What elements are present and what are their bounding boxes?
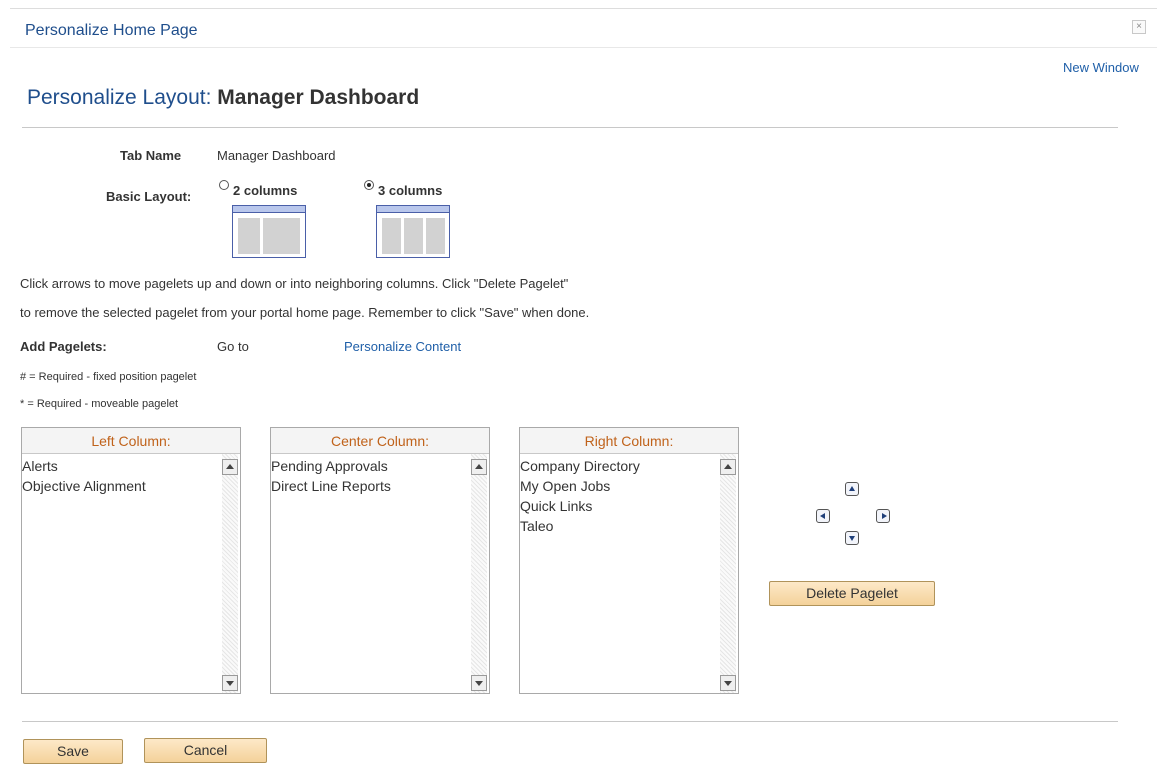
divider-top — [22, 127, 1118, 128]
right-column-header: Right Column: — [520, 428, 738, 454]
instructions-line-1: Click arrows to move pagelets up and dow… — [20, 276, 569, 291]
right-column-box: Right Column: Company Directory My Open … — [519, 427, 739, 694]
save-button[interactable]: Save — [23, 739, 123, 764]
triangle-up-icon — [226, 464, 234, 469]
basic-layout-label: Basic Layout: — [106, 189, 192, 204]
center-column-list[interactable]: Pending Approvals Direct Line Reports — [271, 454, 471, 693]
radio-3-columns[interactable] — [364, 180, 374, 190]
new-window-link[interactable]: New Window — [1063, 60, 1139, 75]
delete-pagelet-button[interactable]: Delete Pagelet — [769, 581, 935, 606]
triangle-up-icon — [724, 464, 732, 469]
go-to-label: Go to — [217, 339, 249, 354]
scroll-down-button[interactable] — [720, 675, 736, 691]
right-column-scrollbar[interactable] — [720, 454, 736, 693]
cancel-button[interactable]: Cancel — [144, 738, 267, 763]
move-down-button[interactable] — [845, 531, 859, 545]
radio-2-columns-label[interactable]: 2 columns — [233, 183, 297, 198]
scroll-up-button[interactable] — [222, 459, 238, 475]
triangle-up-icon — [475, 464, 483, 469]
list-item[interactable]: Objective Alignment — [22, 476, 222, 496]
scroll-up-button[interactable] — [720, 459, 736, 475]
center-column-header: Center Column: — [271, 428, 489, 454]
page-title: Personalize Layout: Manager Dashboard — [27, 86, 419, 110]
left-column-header: Left Column: — [22, 428, 240, 454]
arrow-up-icon — [849, 486, 855, 491]
arrow-left-icon — [820, 513, 825, 519]
tab-name-label: Tab Name — [120, 148, 182, 163]
move-left-button[interactable] — [816, 509, 830, 523]
triangle-down-icon — [226, 681, 234, 686]
list-item[interactable]: Company Directory — [520, 456, 720, 476]
list-item[interactable]: My Open Jobs — [520, 476, 720, 496]
left-column-scrollbar[interactable] — [222, 454, 238, 693]
triangle-down-icon — [724, 681, 732, 686]
scroll-down-button[interactable] — [471, 675, 487, 691]
left-column-list[interactable]: Alerts Objective Alignment — [22, 454, 222, 693]
add-pagelets-label: Add Pagelets: — [20, 339, 107, 354]
center-column-box: Center Column: Pending Approvals Direct … — [270, 427, 490, 694]
arrow-right-icon — [882, 513, 887, 519]
move-right-button[interactable] — [876, 509, 890, 523]
list-item[interactable]: Alerts — [22, 456, 222, 476]
triangle-down-icon — [475, 681, 483, 686]
right-column-list[interactable]: Company Directory My Open Jobs Quick Lin… — [520, 454, 720, 693]
divider-bottom — [22, 721, 1118, 722]
three-column-layout-icon[interactable] — [376, 205, 450, 258]
page-title-name: Manager Dashboard — [217, 86, 420, 109]
move-up-button[interactable] — [845, 482, 859, 496]
tab-name-value: Manager Dashboard — [217, 148, 336, 163]
radio-3-columns-label[interactable]: 3 columns — [378, 183, 442, 198]
radio-2-columns[interactable] — [219, 180, 229, 190]
instructions-line-2: to remove the selected pagelet from your… — [20, 305, 590, 320]
page-title-prefix: Personalize Layout: — [27, 86, 212, 109]
list-item[interactable]: Direct Line Reports — [271, 476, 471, 496]
legend-moveable: * = Required - moveable pagelet — [20, 398, 179, 410]
dialog-title: Personalize Home Page — [25, 22, 198, 39]
left-column-box: Left Column: Alerts Objective Alignment — [21, 427, 241, 694]
scroll-down-button[interactable] — [222, 675, 238, 691]
legend-fixed: # = Required - fixed position pagelet — [20, 371, 197, 383]
scroll-up-button[interactable] — [471, 459, 487, 475]
list-item[interactable]: Pending Approvals — [271, 456, 471, 476]
two-column-layout-icon[interactable] — [232, 205, 306, 258]
center-column-scrollbar[interactable] — [471, 454, 487, 693]
close-icon[interactable]: × — [1132, 20, 1146, 34]
list-item[interactable]: Taleo — [520, 516, 720, 536]
list-item[interactable]: Quick Links — [520, 496, 720, 516]
arrow-down-icon — [849, 536, 855, 541]
personalize-content-link[interactable]: Personalize Content — [344, 339, 461, 354]
